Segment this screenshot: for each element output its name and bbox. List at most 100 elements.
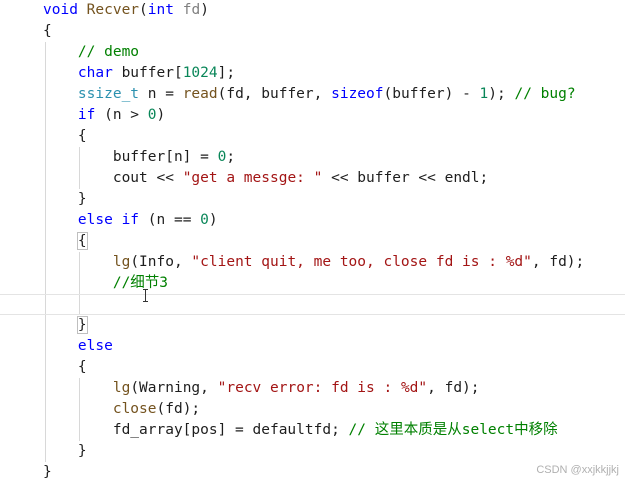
code-token: { [43, 23, 52, 39]
code-line-text: else if (n == 0) [43, 210, 218, 231]
code-token: (Warning, [130, 380, 218, 396]
code-line-text: close(fd); [43, 399, 200, 420]
code-line[interactable]: { [0, 21, 625, 42]
code-line[interactable]: } [0, 315, 625, 336]
code-token: ); [488, 86, 515, 102]
code-token: << buffer << endl; [322, 170, 489, 186]
code-token: lg [112, 380, 131, 396]
code-token: Recver [86, 2, 140, 18]
code-line[interactable]: } [0, 441, 625, 462]
code-line-text: { [43, 21, 52, 42]
code-token: n = [139, 86, 183, 102]
code-line[interactable]: buffer[n] = 0; [0, 147, 625, 168]
code-line[interactable]: lg(Warning, "recv error: fd is : %d", fd… [0, 378, 625, 399]
code-token: buffer[n] = [43, 149, 218, 165]
code-line-text: fd_array[pos] = defaultfd; // 这里本质是从sele… [43, 420, 558, 441]
code-token: else [77, 338, 113, 354]
code-line[interactable]: { [0, 357, 625, 378]
code-line[interactable]: char buffer[1024]; [0, 63, 625, 84]
code-line-text: { [43, 126, 87, 147]
code-token: ( [139, 2, 148, 18]
code-token: sizeof [331, 86, 384, 102]
code-line-text: } [43, 441, 87, 462]
code-line[interactable]: close(fd); [0, 399, 625, 420]
code-line-text: { [43, 231, 88, 252]
code-token: else [77, 212, 113, 228]
code-token: fd_array[pos] = defaultfd; [43, 422, 349, 438]
code-editor[interactable]: void Recver(int fd) { // demo char buffer… [0, 0, 625, 484]
code-line[interactable]: } [0, 462, 625, 483]
text-cursor-ibeam [143, 289, 148, 302]
code-line[interactable] [0, 294, 625, 315]
code-token: ) [200, 2, 209, 18]
code-line[interactable]: { [0, 231, 625, 252]
code-line[interactable]: //细节3 [0, 273, 625, 294]
code-line-text: // demo [43, 42, 139, 63]
code-token: // demo [77, 44, 140, 60]
code-token: "client quit, me too, close fd is : %d" [191, 254, 532, 270]
code-line-text: { [43, 357, 87, 378]
code-token: 1 [479, 86, 489, 102]
code-token: fd [182, 2, 201, 18]
code-token: lg [112, 254, 131, 270]
code-line[interactable]: cout << "get a messge: " << buffer << en… [0, 168, 625, 189]
code-line-text: } [43, 315, 88, 336]
code-line-text: void Recver(int fd) [43, 0, 209, 21]
code-token: cout << [43, 170, 183, 186]
code-token: "get a messge: " [182, 170, 323, 186]
code-line-text: } [43, 462, 52, 483]
code-token: ) [156, 107, 166, 123]
code-token: void [43, 2, 78, 18]
code-token: { [43, 359, 87, 375]
code-token: { [76, 232, 88, 250]
code-line-text: lg(Warning, "recv error: fd is : %d", fd… [43, 378, 480, 399]
code-token: ; [226, 149, 236, 165]
code-token: ) [208, 212, 218, 228]
code-line-text: ssize_t n = read(fd, buffer, sizeof(buff… [43, 84, 576, 105]
code-token: } [43, 464, 52, 480]
code-line[interactable]: void Recver(int fd) [0, 0, 625, 21]
code-line[interactable]: } [0, 189, 625, 210]
code-token: "recv error: fd is : %d" [217, 380, 428, 396]
csdn-watermark: CSDN @xxjkkjjkj [536, 464, 619, 476]
code-line-text: else [43, 336, 113, 357]
code-line-text: char buffer[1024]; [43, 63, 235, 84]
code-token: read [182, 86, 218, 102]
code-line-text: lg(Info, "client quit, me too, close fd … [43, 252, 584, 273]
code-token: } [43, 191, 87, 207]
code-line[interactable]: else if (n == 0) [0, 210, 625, 231]
code-line-text: buffer[n] = 0; [43, 147, 235, 168]
code-line[interactable]: if (n > 0) [0, 105, 625, 126]
code-token: char [77, 65, 113, 81]
code-line[interactable]: { [0, 126, 625, 147]
code-line-text: cout << "get a messge: " << buffer << en… [43, 168, 488, 189]
code-token: } [43, 443, 87, 459]
code-token: { [43, 128, 87, 144]
code-token: buffer[ [112, 65, 183, 81]
code-token: if [77, 107, 96, 123]
code-token: , fd); [531, 254, 585, 270]
code-line[interactable]: // demo [0, 42, 625, 63]
code-line[interactable]: ssize_t n = read(fd, buffer, sizeof(buff… [0, 84, 625, 105]
code-token: // bug? [514, 86, 576, 102]
code-line[interactable]: else [0, 336, 625, 357]
code-line-text: //细节3 [43, 273, 168, 294]
code-token: (Info, [130, 254, 192, 270]
code-line[interactable]: fd_array[pos] = defaultfd; // 这里本质是从sele… [0, 420, 625, 441]
code-token: (n == [139, 212, 201, 228]
code-line[interactable]: lg(Info, "client quit, me too, close fd … [0, 252, 625, 273]
code-line-text: } [43, 189, 87, 210]
